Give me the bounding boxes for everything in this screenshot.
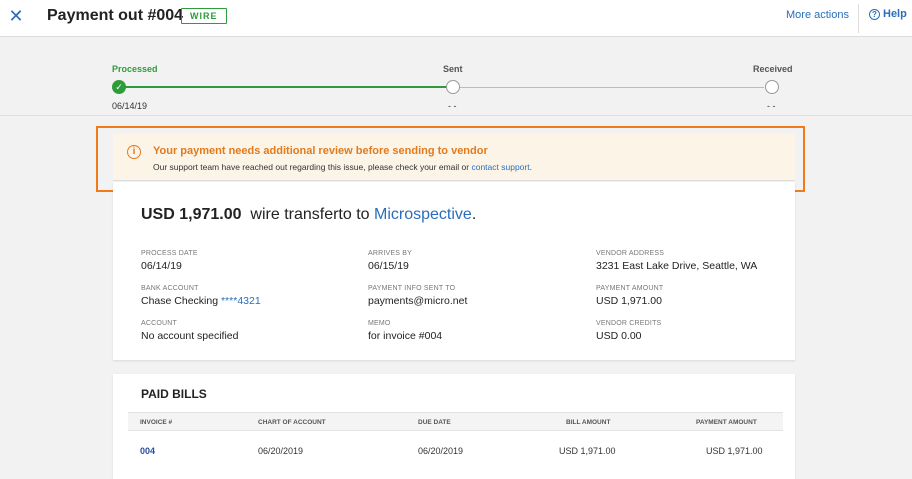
payment-headline: USD 1,971.00 wire transferto to Microspe… bbox=[141, 206, 476, 224]
bill-amount-cell: USD 1,971.00 bbox=[559, 446, 616, 456]
field-arrives-by: ARRIVES BY 06/15/19 bbox=[368, 250, 588, 272]
field-payment-info: PAYMENT INFO SENT TO payments@micro.net bbox=[368, 285, 588, 307]
process-date-value: 06/14/19 bbox=[141, 260, 182, 272]
section-divider bbox=[0, 115, 912, 116]
column-header-payment-amount[interactable]: PAYMENT AMOUNT bbox=[696, 419, 757, 426]
payment-method-badge: WIRE bbox=[181, 8, 227, 24]
vendor-address-label: VENDOR ADDRESS bbox=[596, 250, 665, 257]
vendor-credits-value: USD 0.00 bbox=[596, 330, 642, 342]
column-header-chart-of-account[interactable]: CHART OF ACCOUNT bbox=[258, 419, 326, 426]
top-bar: ✕ Payment out #004 WIRE More actions ? H… bbox=[0, 0, 912, 37]
payment-method-text: wire transferto to bbox=[250, 206, 370, 223]
due-date-cell: 06/20/2019 bbox=[418, 446, 464, 456]
page-title: Payment out #004 bbox=[47, 7, 184, 24]
column-header-bill-amount[interactable]: BILL AMOUNT bbox=[566, 419, 610, 426]
account-label: ACCOUNT bbox=[141, 320, 178, 327]
vendor-link[interactable]: Microspective bbox=[374, 206, 472, 223]
step-label-sent: Sent bbox=[443, 64, 463, 74]
chart-of-account-cell: 06/20/2019 bbox=[258, 446, 304, 456]
vendor-address-value: 3231 East Lake Drive, Seattle, WA bbox=[596, 260, 758, 272]
bank-account-name: Chase Checking bbox=[141, 295, 219, 307]
account-value: No account specified bbox=[141, 330, 239, 342]
payment-progress-tracker: Processed Sent Received ✓ 06/14/19 - - -… bbox=[112, 60, 794, 115]
more-actions-button[interactable]: More actions bbox=[786, 9, 849, 21]
step-dot-sent bbox=[446, 80, 460, 94]
header-divider bbox=[858, 4, 859, 33]
memo-label: MEMO bbox=[368, 320, 391, 327]
payment-detail-card: USD 1,971.00 wire transferto to Microspe… bbox=[113, 182, 795, 360]
paid-bills-header: INVOICE # CHART OF ACCOUNT DUE DATE BILL… bbox=[128, 412, 783, 431]
field-vendor-address: VENDOR ADDRESS 3231 East Lake Drive, Sea… bbox=[596, 250, 786, 272]
step-date-sent: - - bbox=[448, 101, 457, 111]
bank-account-label: BANK ACCOUNT bbox=[141, 285, 199, 292]
progress-track-pending bbox=[460, 87, 764, 88]
column-header-due-date[interactable]: DUE DATE bbox=[418, 419, 451, 426]
arrives-by-value: 06/15/19 bbox=[368, 260, 409, 272]
payment-amount-cell: USD 1,971.00 bbox=[706, 446, 763, 456]
bank-account-value: Chase Checking ****4321 bbox=[141, 295, 361, 307]
progress-track-complete bbox=[120, 86, 452, 88]
invoice-link[interactable]: 004 bbox=[140, 446, 155, 456]
help-button[interactable]: ? Help bbox=[869, 8, 907, 20]
payment-amount-headline: USD 1,971.00 bbox=[141, 206, 242, 223]
field-account: ACCOUNT No account specified bbox=[141, 320, 361, 342]
close-icon[interactable]: ✕ bbox=[6, 6, 26, 26]
headline-period: . bbox=[471, 206, 477, 223]
process-date-label: PROCESS DATE bbox=[141, 250, 198, 257]
arrives-by-label: ARRIVES BY bbox=[368, 250, 413, 257]
step-label-processed: Processed bbox=[112, 64, 158, 74]
step-date-received: - - bbox=[767, 101, 776, 111]
column-header-invoice[interactable]: INVOICE # bbox=[140, 419, 172, 426]
field-bank-account: BANK ACCOUNT Chase Checking ****4321 bbox=[141, 285, 361, 307]
bank-account-number[interactable]: ****4321 bbox=[221, 295, 261, 307]
step-label-received: Received bbox=[753, 64, 793, 74]
step-dot-received bbox=[765, 80, 779, 94]
help-icon: ? bbox=[869, 8, 880, 20]
paid-bills-card: PAID BILLS INVOICE # CHART OF ACCOUNT DU… bbox=[113, 374, 795, 479]
field-process-date: PROCESS DATE 06/14/19 bbox=[141, 250, 361, 272]
field-memo: MEMO for invoice #004 bbox=[368, 320, 588, 342]
payment-info-value: payments@micro.net bbox=[368, 295, 468, 307]
vendor-credits-label: VENDOR CREDITS bbox=[596, 320, 662, 327]
step-date-processed: 06/14/19 bbox=[112, 101, 148, 111]
help-label: Help bbox=[883, 8, 907, 20]
payment-amount-value: USD 1,971.00 bbox=[596, 295, 662, 307]
memo-value: for invoice #004 bbox=[368, 330, 443, 342]
field-payment-amount: PAYMENT AMOUNT USD 1,971.00 bbox=[596, 285, 816, 307]
field-vendor-credits: VENDOR CREDITS USD 0.00 bbox=[596, 320, 816, 342]
payment-amount-label: PAYMENT AMOUNT bbox=[596, 285, 664, 292]
payment-info-label: PAYMENT INFO SENT TO bbox=[368, 285, 456, 292]
paid-bills-title: PAID BILLS bbox=[141, 387, 207, 401]
check-icon: ✓ bbox=[112, 80, 126, 94]
